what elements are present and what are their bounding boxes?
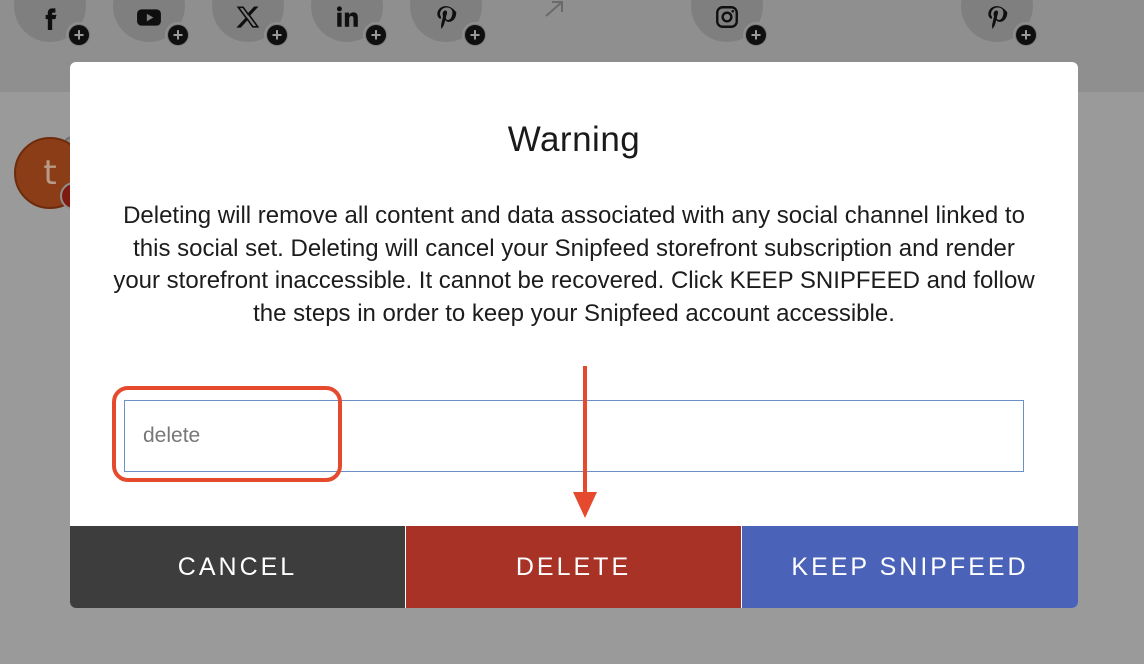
instagram-icon	[716, 6, 738, 28]
plus-icon: +	[462, 22, 488, 48]
cancel-button[interactable]: CANCEL	[70, 526, 405, 608]
plus-icon: +	[264, 22, 290, 48]
avatar-letter: t	[43, 153, 57, 193]
dialog-message: Deleting will remove all content and dat…	[113, 202, 1035, 327]
facebook-icon	[45, 8, 57, 30]
pinterest-icon	[437, 6, 457, 29]
x-twitter-icon	[236, 6, 260, 28]
plus-icon: +	[165, 22, 191, 48]
linkedin-icon	[336, 6, 358, 27]
dialog-button-row: CANCEL DELETE KEEP SNIPFEED	[70, 526, 1078, 608]
pinterest-icon	[988, 6, 1008, 29]
plus-icon: +	[743, 22, 769, 48]
keep-snipfeed-button[interactable]: KEEP SNIPFEED	[742, 526, 1078, 608]
warning-dialog: Warning Deleting will remove all content…	[70, 62, 1078, 608]
plus-icon: +	[66, 22, 92, 48]
delete-confirmation-input[interactable]	[124, 400, 1024, 472]
dialog-title: Warning	[507, 120, 641, 159]
plus-icon: +	[363, 22, 389, 48]
external-link-icon[interactable]	[540, 0, 570, 20]
plus-icon: +	[1013, 22, 1039, 48]
youtube-icon	[137, 9, 161, 26]
delete-button[interactable]: DELETE	[406, 526, 741, 608]
